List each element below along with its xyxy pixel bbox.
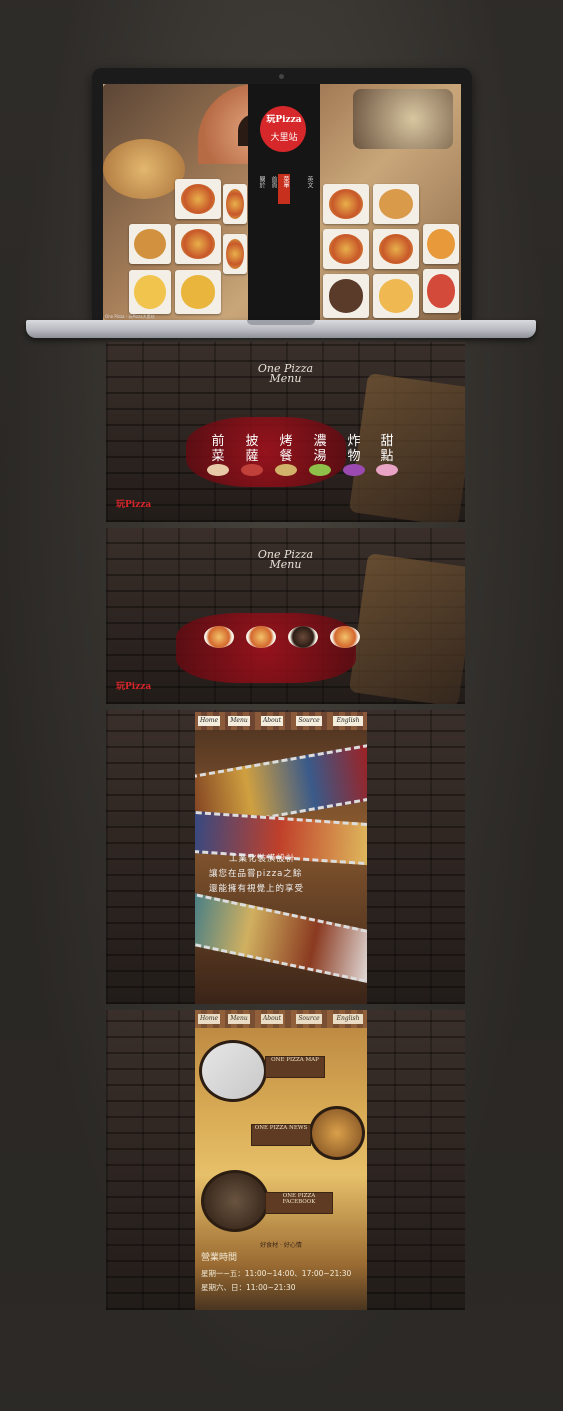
nav-about[interactable]: About	[261, 1014, 283, 1024]
pizza-image	[348, 553, 465, 704]
map-thumbnail[interactable]	[199, 1040, 267, 1102]
category-appetizer[interactable]: 前菜	[210, 434, 226, 464]
desktop-homepage-screen: 玩Pizza 大里站 英文 菜單 首頁 關於 One Pizza - 玩Pizz…	[103, 84, 461, 320]
pizza-icon[interactable]	[241, 464, 263, 476]
nav-source[interactable]: Source	[296, 1014, 322, 1024]
nav-about[interactable]: About	[261, 716, 283, 726]
nav-item-home[interactable]: 首頁	[268, 176, 277, 188]
jars-image	[353, 89, 453, 149]
category-pizza[interactable]: 披薩	[244, 434, 260, 464]
dish-image	[175, 224, 221, 264]
dish-image	[223, 234, 247, 274]
slogan-line1: 工業化裝潢設計	[229, 854, 296, 864]
nav-english[interactable]: English	[333, 716, 363, 726]
nav-item-about[interactable]: 關於	[256, 176, 265, 188]
slogan-line2: 讓您在品嘗pizza之餘	[209, 869, 303, 879]
appetizer-icon[interactable]	[207, 464, 229, 476]
red-plate-decoration	[176, 613, 356, 683]
facebook-thumbnail[interactable]	[201, 1170, 269, 1232]
dish-image	[175, 179, 221, 219]
news-label[interactable]: ONE PIZZA NEWS	[251, 1124, 311, 1146]
dish-image	[423, 269, 459, 313]
nav-home[interactable]: Home	[198, 716, 220, 726]
mobile-nav-bar: Home Menu About Source English	[195, 712, 367, 730]
map-label[interactable]: ONE PIZZA MAP	[265, 1056, 325, 1078]
pizza-menu-panel: One Pizza Menu 玩Pizza	[106, 528, 465, 704]
mobile-about-screen: Home Menu About Source English 工業化裝潢設計 讓…	[195, 712, 367, 1004]
logo-brand-text: 玩Pizza	[266, 115, 302, 125]
category-dessert[interactable]: 甜點	[379, 434, 395, 464]
slogan-line3: 還能擁有視覺上的享受	[209, 884, 305, 894]
mobile-about-panel: Home Menu About Source English 工業化裝潢設計 讓…	[106, 710, 465, 1004]
dish-image	[323, 229, 369, 269]
dish-image	[175, 270, 221, 314]
logo-branch-text: 大里站	[270, 133, 298, 143]
nav-item-english[interactable]: 英文	[304, 176, 313, 188]
side-logo[interactable]: 玩Pizza	[116, 683, 151, 692]
category-baked[interactable]: 烤餐	[278, 434, 294, 464]
mobile-contact-panel: Home Menu About Source English ONE PIZZA…	[106, 1010, 465, 1310]
category-fried[interactable]: 炸物	[346, 434, 362, 464]
laptop-base	[26, 320, 536, 338]
nav-source[interactable]: Source	[296, 716, 322, 726]
dish-image	[373, 274, 419, 318]
menu-title-line2: Menu	[269, 558, 302, 571]
side-menu-bar: 玩Pizza 大里站 英文 菜單 首頁 關於	[248, 84, 320, 320]
dish-image	[373, 184, 419, 224]
nav-menu[interactable]: Menu	[228, 1014, 250, 1024]
hours-weekday: 星期一~五：11:00~14:00、17:00~21:30	[201, 1269, 352, 1278]
film-strip-image	[195, 891, 367, 985]
dish-image	[373, 229, 419, 269]
menu-title-line2: Menu	[269, 372, 302, 385]
tagline: 好食材 · 好心情	[260, 1242, 302, 1249]
dish-image	[223, 184, 247, 224]
nav-home[interactable]: Home	[198, 1014, 220, 1024]
soup-icon[interactable]	[309, 464, 331, 476]
facebook-label[interactable]: ONE PIZZA FACEBOOK	[265, 1192, 333, 1214]
hours-title: 營業時間	[201, 1253, 238, 1263]
laptop-mockup: 玩Pizza 大里站 英文 菜單 首頁 關於 One Pizza - 玩Pizz…	[92, 68, 472, 320]
wooden-board-image	[103, 139, 185, 199]
pizza-item-image[interactable]	[288, 626, 318, 648]
side-logo[interactable]: 玩Pizza	[116, 501, 151, 510]
fried-icon[interactable]	[343, 464, 365, 476]
mobile-nav-bar: Home Menu About Source English	[195, 1010, 367, 1028]
dessert-icon[interactable]	[376, 464, 398, 476]
pizza-item-image[interactable]	[246, 626, 276, 648]
category-soup[interactable]: 濃湯	[312, 434, 328, 464]
dish-image	[129, 270, 171, 314]
pizza-image	[348, 373, 465, 522]
pizza-item-image[interactable]	[204, 626, 234, 648]
dish-image	[323, 274, 369, 318]
nav-english[interactable]: English	[333, 1014, 363, 1024]
pizza-item-image[interactable]	[330, 626, 360, 648]
dish-image	[323, 184, 369, 224]
nav-menu[interactable]: Menu	[228, 716, 250, 726]
news-thumbnail[interactable]	[309, 1106, 365, 1160]
baked-icon[interactable]	[275, 464, 297, 476]
mobile-contact-screen: Home Menu About Source English ONE PIZZA…	[195, 1010, 367, 1310]
menu-categories-panel: One Pizza Menu 前菜 披薩 烤餐 濃湯 炸物 甜點 玩Pizza	[106, 342, 465, 522]
dish-image	[129, 224, 171, 264]
camera-icon	[279, 74, 284, 79]
hours-weekend: 星期六、日：11:00~21:30	[201, 1283, 296, 1292]
nav-item-menu[interactable]: 菜單	[280, 176, 289, 188]
dish-image	[423, 224, 459, 264]
